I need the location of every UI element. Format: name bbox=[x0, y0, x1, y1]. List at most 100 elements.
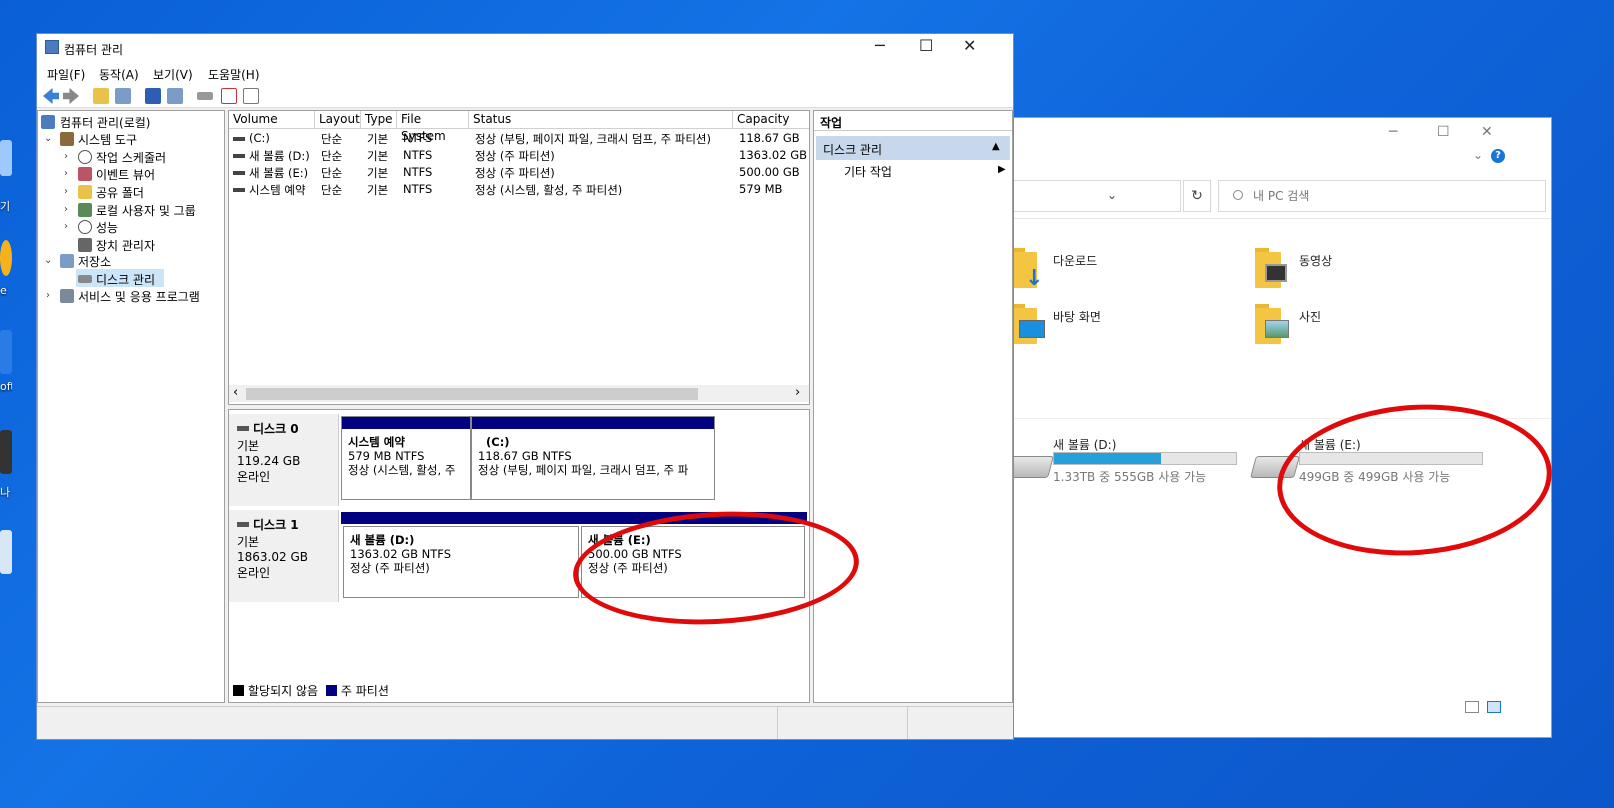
help-icon[interactable]: ? bbox=[1491, 149, 1505, 163]
tree-device-manager[interactable]: 장치 관리자 bbox=[96, 237, 155, 254]
folder-label-videos[interactable]: 동영상 bbox=[1299, 252, 1332, 269]
scroll-left-icon[interactable]: ‹ bbox=[233, 385, 238, 400]
navigation-tree: 컴퓨터 관리(로컬) ⌄ 시스템 도구 › 작업 스케줄러 › 이벤트 뷰어 ›… bbox=[37, 110, 225, 703]
volume-name-cell[interactable]: 시스템 예약 bbox=[249, 182, 306, 198]
status-divider bbox=[777, 707, 778, 739]
collapse-icon[interactable]: ▲ bbox=[992, 141, 1000, 152]
back-icon[interactable] bbox=[43, 88, 59, 104]
desktop-icon-5[interactable] bbox=[0, 530, 12, 574]
minimize-button[interactable]: ─ bbox=[875, 36, 885, 55]
desktop-icon-3[interactable] bbox=[0, 330, 12, 374]
table-cell: 1363.02 GB bbox=[739, 148, 808, 162]
volume-name-cell[interactable]: (C:) bbox=[249, 131, 270, 145]
divider bbox=[1013, 218, 1551, 219]
explorer-close-button[interactable]: ✕ bbox=[1481, 124, 1493, 140]
legend-swatch-unallocated bbox=[233, 685, 244, 696]
table-cell: NTFS bbox=[403, 148, 433, 162]
chevron-right-icon[interactable]: › bbox=[64, 168, 68, 179]
partition-c[interactable]: (C:) 118.67 GB NTFS 정상 (부팅, 페이지 파일, 크래시 덤프… bbox=[471, 416, 715, 500]
actions-more[interactable]: 기타 작업 bbox=[844, 163, 892, 180]
tree-root[interactable]: 컴퓨터 관리(로컬) bbox=[60, 114, 150, 131]
downloads-folder-icon[interactable]: ↓ bbox=[1013, 248, 1047, 291]
menu-help[interactable]: 도움말(H) bbox=[208, 66, 260, 83]
submenu-arrow-icon[interactable]: ▶ bbox=[998, 164, 1006, 175]
tree-performance[interactable]: 성능 bbox=[96, 219, 118, 236]
up-folder-icon[interactable] bbox=[93, 88, 109, 104]
action-pane-icon[interactable] bbox=[167, 88, 183, 104]
forward-icon[interactable] bbox=[63, 88, 79, 104]
drive-d-name[interactable]: 새 볼륨 (D:) bbox=[1053, 436, 1116, 453]
menu-action[interactable]: 동작(A) bbox=[99, 66, 139, 83]
partition-status: 정상 (부팅, 페이지 파일, 크래시 덤프, 주 파 bbox=[478, 463, 689, 477]
desktop-icon-2[interactable] bbox=[0, 240, 12, 276]
desktop-icon-4[interactable] bbox=[0, 430, 12, 474]
scroll-thumb[interactable] bbox=[246, 388, 698, 400]
legend-primary: 주 파티션 bbox=[340, 684, 389, 698]
drive-d-icon[interactable] bbox=[1013, 456, 1054, 478]
disk-1-state: 온라인 bbox=[237, 566, 271, 580]
search-input[interactable]: 내 PC 검색 bbox=[1218, 180, 1546, 212]
address-bar[interactable]: ⌄ bbox=[1013, 180, 1181, 212]
table-cell: 단순 bbox=[321, 166, 343, 180]
tree-local-users[interactable]: 로컬 사용자 및 그룹 bbox=[96, 202, 196, 219]
videos-folder-icon[interactable] bbox=[1255, 248, 1291, 288]
desktop-icon-1[interactable] bbox=[0, 140, 12, 176]
large-icons-view-icon[interactable] bbox=[1487, 701, 1501, 713]
chevron-right-icon[interactable]: › bbox=[64, 151, 68, 162]
close-button[interactable]: ✕ bbox=[963, 36, 976, 55]
tree-system-tools[interactable]: 시스템 도구 bbox=[78, 131, 137, 148]
explorer-maximize-button[interactable]: ☐ bbox=[1437, 124, 1450, 140]
tree-task-scheduler[interactable]: 작업 스케줄러 bbox=[96, 149, 166, 166]
partition-system-reserved[interactable]: 시스템 예약 579 MB NTFS 정상 (시스템, 활성, 주 bbox=[341, 416, 471, 500]
column-header-type[interactable]: Type bbox=[361, 111, 397, 129]
tree-storage[interactable]: 저장소 bbox=[78, 253, 111, 270]
actions-disk-management[interactable]: 디스크 관리 ▲ bbox=[816, 136, 1010, 160]
pictures-folder-icon[interactable] bbox=[1255, 304, 1291, 344]
disk-1-label[interactable]: 디스크 1 기본 1863.02 GB 온라인 bbox=[229, 510, 339, 602]
folder-label-pictures[interactable]: 사진 bbox=[1299, 308, 1321, 325]
column-header-volume[interactable]: Volume bbox=[229, 111, 315, 129]
menu-view[interactable]: 보기(V) bbox=[153, 66, 193, 83]
desktop-folder-icon[interactable] bbox=[1013, 304, 1047, 344]
clock-icon bbox=[78, 150, 92, 164]
users-icon bbox=[78, 203, 92, 217]
folder-label-desktop[interactable]: 바탕 화면 bbox=[1053, 308, 1101, 325]
tree-services[interactable]: 서비스 및 응용 프로그램 bbox=[78, 288, 200, 305]
partition-d[interactable]: 새 볼륨 (D:) 1363.02 GB NTFS 정상 (주 파티션) bbox=[343, 526, 579, 598]
column-header-layout[interactable]: Layout bbox=[315, 111, 361, 129]
column-header-status[interactable]: Status bbox=[469, 111, 733, 129]
volume-name-cell[interactable]: 새 볼륨 (D:) bbox=[249, 148, 310, 164]
tree-disk-management[interactable]: 디스크 관리 bbox=[96, 271, 155, 288]
connect-icon[interactable] bbox=[197, 92, 213, 100]
checklist-icon[interactable] bbox=[221, 88, 237, 104]
disk-0-label[interactable]: 디스크 0 기본 119.24 GB 온라인 bbox=[229, 414, 339, 506]
folder-label-downloads[interactable]: 다운로드 bbox=[1053, 252, 1097, 269]
refresh-button[interactable]: ↻ bbox=[1183, 180, 1211, 212]
horizontal-scrollbar[interactable]: ‹ › bbox=[229, 385, 809, 402]
column-header-capacity[interactable]: Capacity bbox=[733, 111, 809, 129]
volume-name-cell[interactable]: 새 볼륨 (E:) bbox=[249, 165, 308, 181]
column-header-filesystem[interactable]: File System bbox=[397, 111, 469, 143]
details-view-icon[interactable] bbox=[1465, 701, 1479, 713]
scroll-right-icon[interactable]: › bbox=[795, 385, 800, 400]
explorer-minimize-button[interactable]: ─ bbox=[1389, 124, 1397, 140]
partition-size: 579 MB NTFS bbox=[348, 449, 425, 463]
disk-1-type: 기본 bbox=[237, 535, 260, 549]
chevron-down-icon[interactable]: ⌄ bbox=[44, 255, 52, 266]
chevron-down-icon[interactable]: ⌄ bbox=[44, 133, 52, 144]
help-icon[interactable] bbox=[145, 88, 161, 104]
address-dropdown-icon[interactable]: ⌄ bbox=[1107, 188, 1117, 202]
show-hide-tree-icon[interactable] bbox=[115, 88, 131, 104]
chevron-right-icon[interactable]: › bbox=[64, 186, 68, 197]
search-placeholder: 내 PC 검색 bbox=[1253, 189, 1310, 203]
chevron-right-icon[interactable]: › bbox=[64, 221, 68, 232]
chevron-right-icon[interactable]: › bbox=[46, 290, 50, 301]
tree-event-viewer[interactable]: 이벤트 뷰어 bbox=[96, 166, 155, 183]
table-cell: 기본 bbox=[367, 149, 389, 163]
chevron-right-icon[interactable]: › bbox=[64, 204, 68, 215]
menu-file[interactable]: 파일(F) bbox=[47, 66, 85, 83]
properties-icon[interactable] bbox=[243, 88, 259, 104]
ribbon-expand-icon[interactable]: ⌄ bbox=[1473, 148, 1483, 162]
tree-shared-folders[interactable]: 공유 폴더 bbox=[96, 184, 144, 201]
maximize-button[interactable]: ☐ bbox=[919, 36, 933, 55]
